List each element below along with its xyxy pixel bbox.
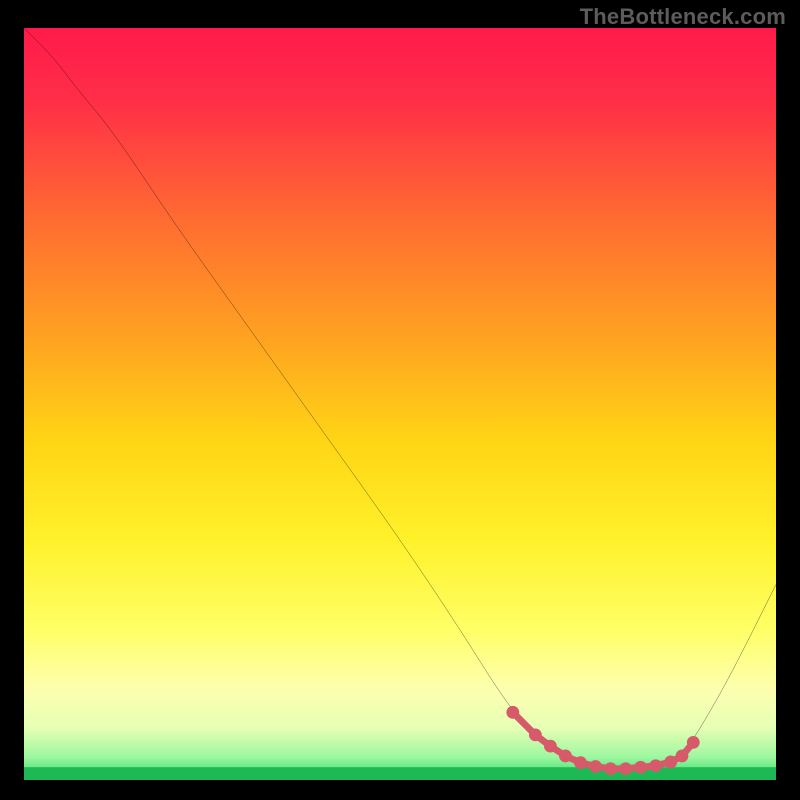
highlight-dot — [574, 756, 587, 769]
highlight-dot — [687, 736, 700, 749]
highlight-dot — [589, 760, 602, 773]
highlight-dot — [634, 761, 647, 774]
highlight-dot — [676, 750, 689, 763]
gradient-background — [24, 28, 776, 780]
highlight-dot — [649, 759, 662, 772]
watermark-label: TheBottleneck.com — [580, 4, 786, 30]
highlight-dot — [664, 756, 677, 769]
highlight-dot — [604, 762, 617, 775]
highlight-dot — [544, 740, 557, 753]
highlight-dot — [619, 762, 632, 775]
highlight-dot — [559, 750, 572, 763]
bottleneck-curve-chart — [24, 28, 776, 780]
highlight-dot — [506, 706, 519, 719]
green-baseline — [24, 767, 776, 780]
highlight-dot — [529, 728, 542, 741]
chart-frame: TheBottleneck.com — [0, 0, 800, 800]
